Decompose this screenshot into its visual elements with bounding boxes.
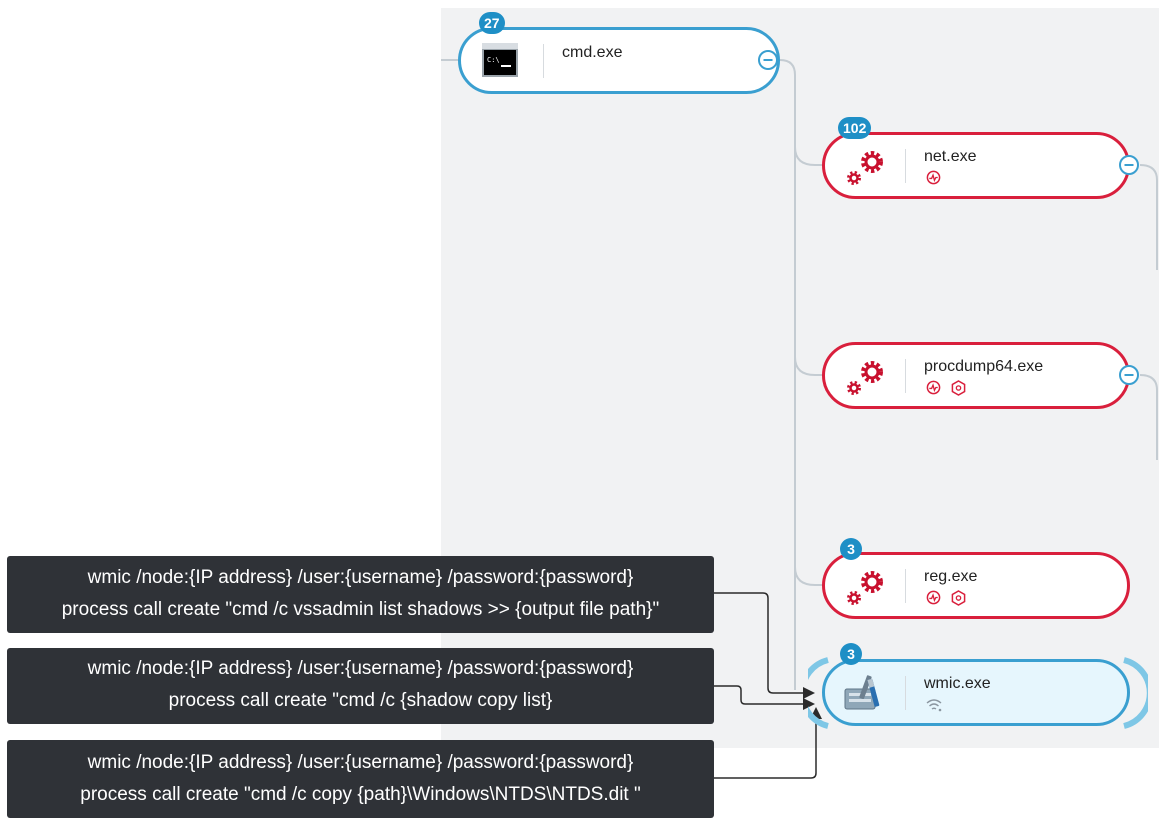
gears-icon bbox=[847, 571, 883, 605]
annotation-line: process call create "cmd /c vssadmin lis… bbox=[61, 599, 660, 620]
process-name: procdump64.exe bbox=[924, 358, 1044, 375]
process-node-cmd[interactable]: C:\ cmd.exe bbox=[458, 27, 780, 94]
gears-icon bbox=[847, 151, 883, 185]
event-count-badge: 102 bbox=[838, 117, 872, 139]
cmd-console-icon: C:\ bbox=[482, 43, 518, 77]
annotation-line: wmic /node:{IP address} /user:{username}… bbox=[87, 752, 634, 773]
command-annotation-shadow-copy: wmic /node:{IP address} /user:{username}… bbox=[7, 648, 714, 724]
collapse-icon[interactable] bbox=[757, 49, 779, 71]
activity-icon bbox=[926, 380, 941, 395]
hexagon-alert-icon bbox=[951, 590, 966, 606]
activity-icon bbox=[926, 590, 941, 605]
process-name: net.exe bbox=[924, 148, 977, 165]
annotation-line: process call create "cmd /c copy {path}\… bbox=[80, 784, 641, 805]
event-count-badge: 3 bbox=[840, 643, 862, 665]
hexagon-alert-icon bbox=[951, 380, 966, 396]
process-node-reg[interactable]: reg.exe bbox=[822, 552, 1130, 619]
event-count-badge: 3 bbox=[840, 538, 862, 560]
collapse-icon[interactable] bbox=[1118, 154, 1140, 176]
annotation-line: process call create "cmd /c {shadow copy… bbox=[168, 690, 553, 711]
process-name: cmd.exe bbox=[562, 44, 623, 61]
process-node-procdump64[interactable]: procdump64.exe bbox=[822, 342, 1130, 409]
command-annotation-ntds-copy: wmic /node:{IP address} /user:{username}… bbox=[7, 740, 714, 818]
event-count-badge: 27 bbox=[479, 12, 505, 34]
gears-icon bbox=[847, 361, 883, 395]
selection-highlight bbox=[808, 657, 1148, 729]
command-annotation-vssadmin: wmic /node:{IP address} /user:{username}… bbox=[7, 556, 714, 633]
collapse-icon[interactable] bbox=[1118, 364, 1140, 386]
svg-text:C:\: C:\ bbox=[487, 56, 500, 64]
process-node-net[interactable]: net.exe bbox=[822, 132, 1130, 199]
annotation-line: wmic /node:{IP address} /user:{username}… bbox=[87, 567, 634, 588]
activity-icon bbox=[926, 170, 941, 185]
annotation-line: wmic /node:{IP address} /user:{username}… bbox=[87, 658, 634, 679]
process-name: reg.exe bbox=[924, 568, 978, 585]
